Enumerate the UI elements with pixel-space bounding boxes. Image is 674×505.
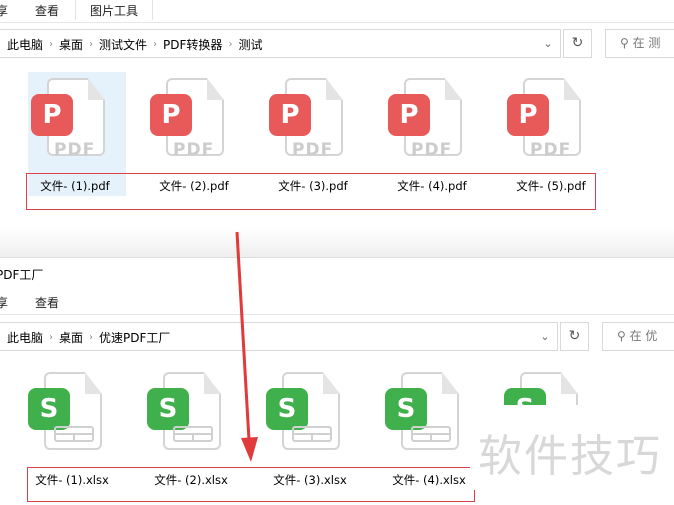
arrow-shaft <box>235 231 251 441</box>
arrow-head <box>241 437 258 462</box>
annotation-arrow <box>235 231 258 462</box>
